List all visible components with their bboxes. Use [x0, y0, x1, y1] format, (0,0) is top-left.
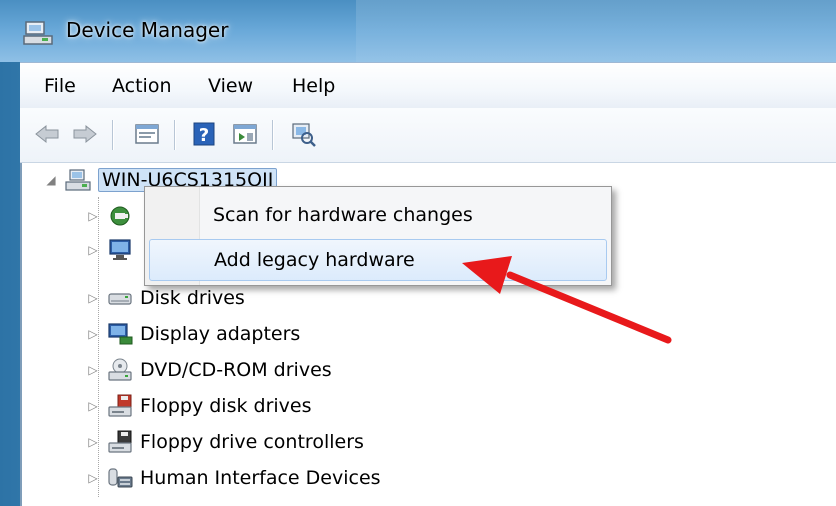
expand-arrow-icon[interactable]: ▷: [86, 435, 100, 449]
tree-item[interactable]: ▷: [86, 233, 140, 267]
dvd-drive-icon: [108, 358, 132, 381]
expand-arrow-icon[interactable]: ▷: [86, 399, 100, 413]
tree-item[interactable]: ▷ Floppy drive controllers: [86, 425, 364, 459]
device-manager-icon: [23, 21, 53, 45]
tree-item[interactable]: ▷ Display adapters: [86, 317, 300, 351]
menu-action[interactable]: Action: [112, 75, 172, 97]
expand-arrow-icon[interactable]: ▷: [86, 363, 100, 377]
tree-item-label: Floppy disk drives: [140, 395, 312, 417]
menu-file[interactable]: File: [44, 75, 76, 97]
floppy-controller-icon: [108, 430, 132, 453]
hid-icon: [108, 468, 133, 488]
toolbar-separator: [112, 120, 114, 150]
scan-hardware-changes-item[interactable]: Scan for hardware changes: [149, 195, 605, 235]
tree-item[interactable]: ▷ DVD/CD-ROM drives: [86, 353, 332, 387]
expand-arrow-icon[interactable]: ▷: [86, 291, 100, 305]
back-arrow-icon[interactable]: [32, 120, 62, 148]
tree-item-label: Floppy drive controllers: [140, 431, 364, 453]
display-adapter-icon: [108, 323, 133, 345]
update-driver-icon[interactable]: [230, 120, 260, 148]
floppy-drive-icon: [108, 394, 132, 417]
toolbar-separator: [272, 120, 274, 150]
title-bar-glass: [356, 0, 836, 62]
tree-item[interactable]: ▷ Disk drives: [86, 281, 245, 315]
window-title: Device Manager: [66, 18, 229, 42]
batteries-icon: [110, 206, 130, 226]
properties-icon[interactable]: [132, 120, 162, 148]
scan-hardware-icon[interactable]: [288, 120, 318, 148]
tree-item-label: Disk drives: [140, 287, 245, 309]
disk-drive-icon: [108, 293, 132, 305]
tree-item[interactable]: ▷: [86, 199, 140, 233]
forward-arrow-icon[interactable]: [70, 120, 100, 148]
computer-icon: [109, 239, 131, 260]
tree-item[interactable]: ▷ Floppy disk drives: [86, 389, 312, 423]
context-menu-label: Add legacy hardware: [214, 249, 415, 271]
add-legacy-hardware-item[interactable]: Add legacy hardware: [149, 239, 607, 281]
expand-arrow-icon[interactable]: ▷: [86, 209, 100, 223]
tree-item-label: DVD/CD-ROM drives: [140, 359, 332, 381]
tree-item[interactable]: ▷ Human Interface Devices: [86, 461, 381, 495]
expand-arrow-icon[interactable]: ▷: [86, 471, 100, 485]
context-menu-label: Scan for hardware changes: [213, 204, 473, 226]
menu-bar: File Action View Help: [20, 62, 836, 109]
svg-text:?: ?: [199, 125, 209, 146]
context-menu: Scan for hardware changes Add legacy har…: [144, 186, 612, 286]
help-icon[interactable]: ?: [190, 120, 220, 148]
toolbar: ?: [20, 108, 836, 163]
computer-root-icon: [65, 169, 91, 191]
title-bar[interactable]: Device Manager: [0, 0, 836, 62]
tree-item-label: Display adapters: [140, 323, 301, 345]
expand-arrow-icon[interactable]: ▷: [86, 243, 100, 257]
tree-item-label: Human Interface Devices: [140, 467, 381, 489]
collapse-arrow-icon[interactable]: ◢: [44, 173, 58, 187]
toolbar-separator: [174, 120, 176, 150]
menu-help[interactable]: Help: [292, 75, 335, 97]
expand-arrow-icon[interactable]: ▷: [86, 327, 100, 341]
menu-view[interactable]: View: [208, 75, 253, 97]
